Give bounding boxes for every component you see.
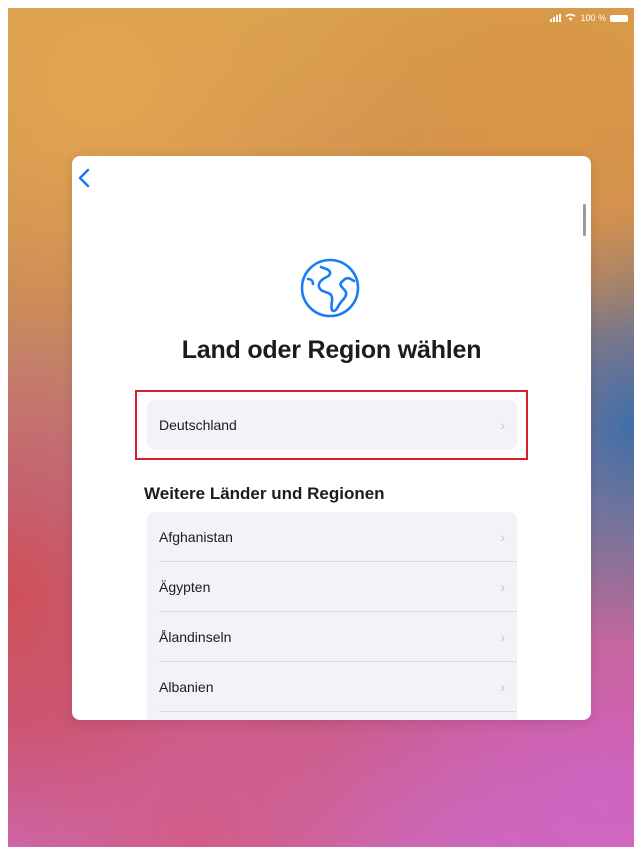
section-heading: Weitere Länder und Regionen	[144, 484, 385, 503]
chevron-right-icon: ›	[500, 679, 505, 695]
country-label: Ägypten	[159, 579, 211, 595]
country-row[interactable]: Ålandinseln ›	[147, 612, 517, 662]
battery-icon	[610, 14, 628, 22]
country-row[interactable]	[147, 712, 517, 720]
wallpaper-background: 100 % Land oder Region wählen Deutschlan…	[8, 8, 634, 847]
globe-icon	[300, 258, 360, 318]
chevron-right-icon: ›	[500, 529, 505, 545]
country-label: Ålandinseln	[159, 629, 232, 645]
wifi-icon	[565, 13, 576, 23]
battery-percentage: 100 %	[580, 13, 606, 23]
chevron-right-icon: ›	[500, 417, 505, 433]
setup-dialog: Land oder Region wählen Deutschland › We…	[72, 156, 591, 720]
country-list: Afghanistan › Ägypten › Ålandinseln › Al…	[147, 512, 517, 720]
country-row[interactable]: Afghanistan ›	[147, 512, 517, 562]
chevron-right-icon: ›	[500, 629, 505, 645]
back-button[interactable]	[78, 168, 98, 192]
signal-icon	[550, 14, 562, 22]
country-label: Deutschland	[159, 417, 237, 433]
scrollbar[interactable]	[583, 204, 586, 236]
chevron-left-icon	[78, 168, 90, 188]
page-title: Land oder Region wählen	[181, 336, 482, 364]
chevron-right-icon: ›	[500, 579, 505, 595]
country-label: Albanien	[159, 679, 214, 695]
country-row[interactable]: Ägypten ›	[147, 562, 517, 612]
country-row[interactable]: Albanien ›	[147, 662, 517, 712]
country-label: Afghanistan	[159, 529, 233, 545]
status-bar: 100 %	[550, 12, 628, 24]
country-row-selected[interactable]: Deutschland ›	[147, 400, 517, 450]
